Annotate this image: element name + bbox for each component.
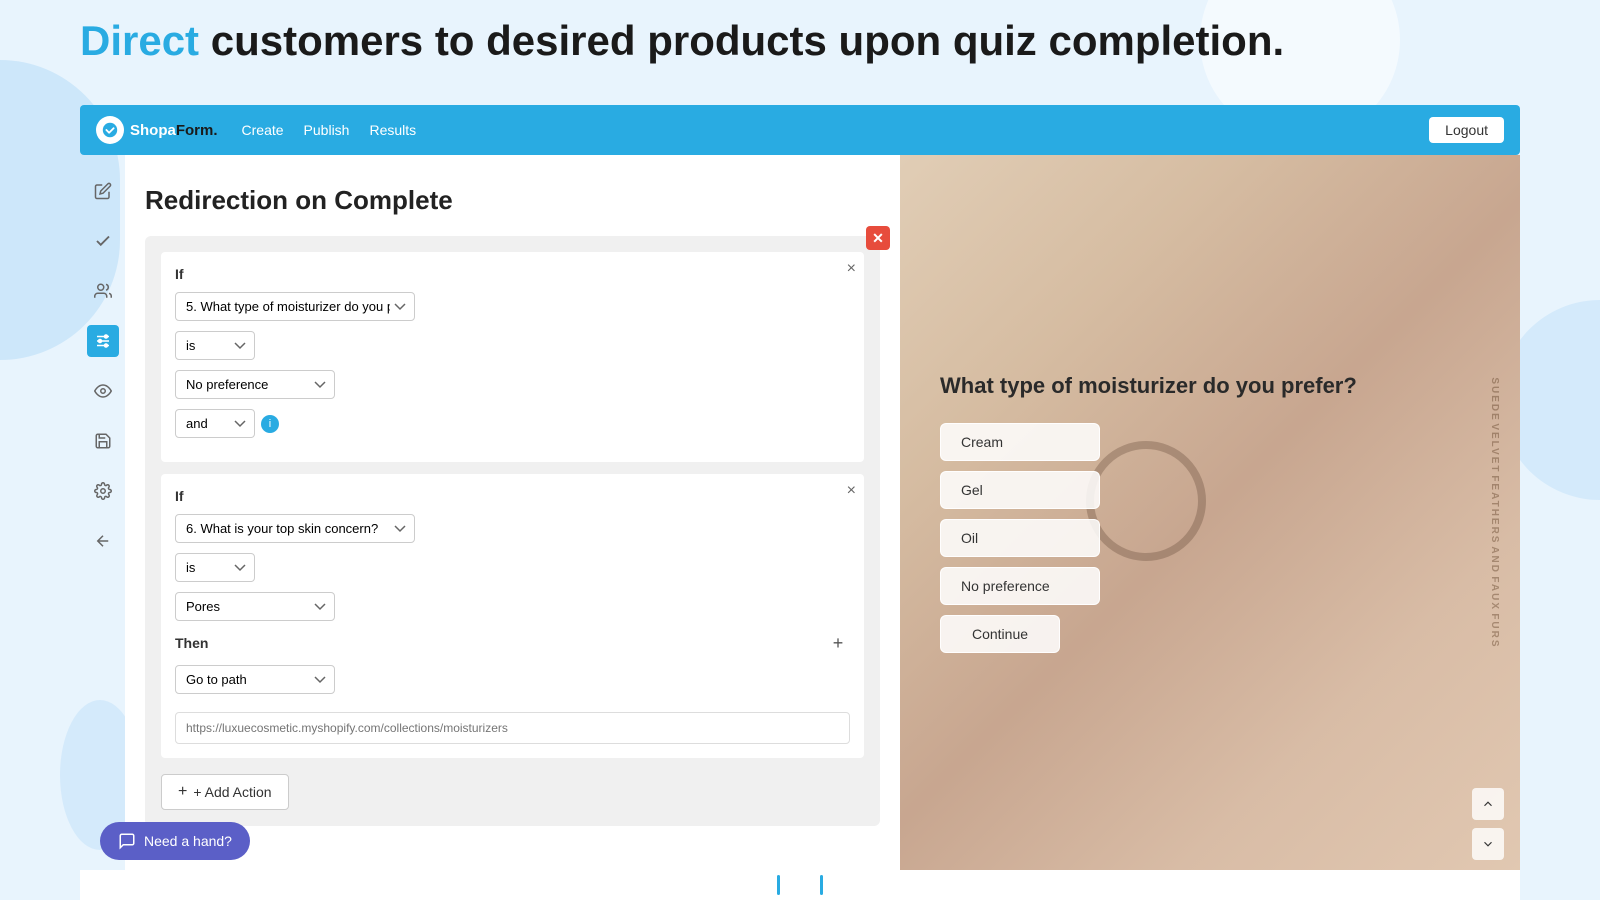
content-area: Redirection on Complete ✕ × If 5. What t…: [125, 155, 1520, 870]
sidebar-item-edit[interactable]: [87, 175, 119, 207]
remove-condition-2-button[interactable]: ×: [847, 482, 856, 500]
condition-1-answer-row: No preference: [175, 370, 850, 399]
need-hand-button[interactable]: Need a hand?: [100, 822, 250, 860]
info-icon[interactable]: i: [261, 415, 279, 433]
condition-1-and-row: and i: [175, 409, 850, 438]
sidebar-item-users[interactable]: [87, 275, 119, 307]
quiz-preview: What type of moisturizer do you prefer? …: [900, 155, 1520, 870]
bottom-bar: [80, 870, 1520, 900]
sidebar: [80, 155, 125, 870]
sidebar-item-settings[interactable]: [87, 475, 119, 507]
condition-1-is-row: is: [175, 331, 850, 360]
then-action-row: Go to path: [175, 665, 850, 694]
sidebar-item-eye[interactable]: [87, 375, 119, 407]
action-type-select[interactable]: Go to path: [175, 665, 335, 694]
condition-1-question-row: 5. What type of moisturizer do you prefe…: [175, 292, 850, 321]
condition-2-answer-row: Pores: [175, 592, 850, 621]
quiz-option-gel[interactable]: Gel: [940, 471, 1100, 509]
quiz-question: What type of moisturizer do you prefer?: [940, 373, 1480, 399]
sidebar-item-check[interactable]: [87, 225, 119, 257]
condition-1: × If 5. What type of moisturizer do you …: [161, 252, 864, 462]
then-label: Then: [175, 635, 208, 651]
add-action-button[interactable]: + + Add Action: [161, 774, 289, 810]
condition-2: × If 6. What is your top skin concern? i…: [161, 474, 864, 758]
then-header: Then +: [175, 631, 850, 655]
chat-icon: [118, 832, 136, 850]
quiz-options: Cream Gel Oil No preference: [940, 423, 1480, 605]
quiz-option-no-preference[interactable]: No preference: [940, 567, 1100, 605]
left-panel: Redirection on Complete ✕ × If 5. What t…: [125, 155, 900, 870]
nav-publish[interactable]: Publish: [304, 122, 350, 138]
condition-1-answer-select[interactable]: No preference: [175, 370, 335, 399]
quiz-option-cream[interactable]: Cream: [940, 423, 1100, 461]
brand-text: ShopaForm.: [130, 122, 218, 139]
panel-title: Redirection on Complete: [145, 185, 880, 216]
condition-1-question-select[interactable]: 5. What type of moisturizer do you prefe…: [175, 292, 415, 321]
headline: Direct customers to desired products upo…: [80, 18, 1284, 64]
condition-2-question-select[interactable]: 6. What is your top skin concern?: [175, 514, 415, 543]
brand-icon: [96, 116, 124, 144]
remove-condition-1-button[interactable]: ×: [847, 260, 856, 278]
navbar: ShopaForm. Create Publish Results Logout: [80, 105, 1520, 155]
condition-1-and-select[interactable]: and: [175, 409, 255, 438]
navbar-links: Create Publish Results: [242, 122, 417, 138]
condition-2-is-select[interactable]: is: [175, 553, 255, 582]
quiz-continue-button[interactable]: Continue: [940, 615, 1060, 653]
condition-2-is-row: is: [175, 553, 850, 582]
scroll-up-button[interactable]: [1472, 788, 1504, 820]
progress-tick-1: [777, 875, 780, 895]
sidebar-item-back[interactable]: [87, 525, 119, 557]
nav-create[interactable]: Create: [242, 122, 284, 138]
progress-tick-2: [820, 875, 823, 895]
right-panel: SUEDE VELVET FEATHERS AND FAUX FURS What…: [900, 155, 1520, 870]
condition-1-is-select[interactable]: is: [175, 331, 255, 360]
sidebar-item-logic[interactable]: [87, 325, 119, 357]
add-condition-button[interactable]: +: [826, 631, 850, 655]
condition-2-label: If: [175, 488, 850, 504]
main-container: Redirection on Complete ✕ × If 5. What t…: [80, 155, 1520, 870]
condition-2-answer-select[interactable]: Pores: [175, 592, 335, 621]
outer-condition-block: ✕ × If 5. What type of moisturizer do yo…: [145, 236, 880, 826]
condition-2-question-row: 6. What is your top skin concern?: [175, 514, 850, 543]
add-action-label: + Add Action: [193, 784, 271, 800]
add-action-icon: +: [178, 783, 187, 801]
need-hand-label: Need a hand?: [144, 833, 232, 849]
logout-button[interactable]: Logout: [1429, 117, 1504, 143]
quiz-option-oil[interactable]: Oil: [940, 519, 1100, 557]
path-input[interactable]: [175, 712, 850, 744]
close-condition-button[interactable]: ✕: [866, 226, 890, 250]
sidebar-item-save[interactable]: [87, 425, 119, 457]
then-section: Then + Go to path: [175, 631, 850, 744]
headline-rest: customers to desired products upon quiz …: [199, 17, 1284, 64]
brand: ShopaForm.: [96, 116, 218, 144]
condition-1-label: If: [175, 266, 850, 282]
headline-highlight: Direct: [80, 17, 199, 64]
scroll-down-button[interactable]: [1472, 828, 1504, 860]
nav-results[interactable]: Results: [369, 122, 416, 138]
